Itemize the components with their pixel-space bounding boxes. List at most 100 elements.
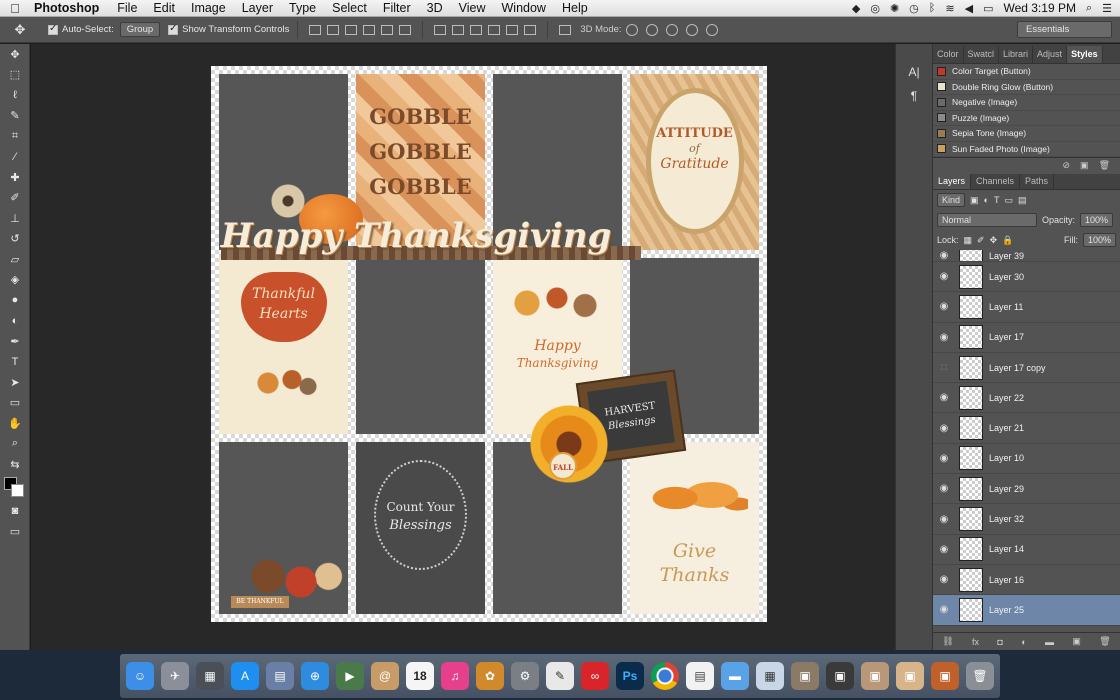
3d-roll-icon[interactable] — [645, 23, 658, 36]
image-file-icon[interactable]: ▣ — [896, 662, 924, 690]
chrome-icon[interactable] — [651, 662, 679, 690]
eraser-tool-icon[interactable]: ▱ — [0, 249, 30, 270]
workspace-switcher[interactable]: Essentials — [1017, 21, 1112, 38]
dropbox-icon[interactable]: ◆ — [852, 2, 860, 15]
safari-icon[interactable]: ⊕ — [301, 662, 329, 690]
delete-layer-icon[interactable]: 🗑 — [1099, 636, 1110, 647]
layer-row[interactable]: ◉ Layer 32 — [933, 504, 1120, 535]
layer-name[interactable]: Layer 11 — [989, 302, 1023, 312]
smart-object-filter-icon[interactable]: ▤ — [1018, 195, 1027, 206]
distribute-hcenter-icon[interactable] — [506, 24, 519, 35]
creative-cloud-icon[interactable]: ◎ — [870, 2, 880, 15]
auto-align-icon[interactable] — [559, 24, 572, 35]
shape-filter-icon[interactable]: ▭ — [1004, 195, 1013, 206]
layer-row[interactable]: ◉ Layer 17 — [933, 323, 1120, 353]
new-layer-icon[interactable]: ▣ — [1072, 636, 1081, 647]
layer-row[interactable]: ◉ Layer 10 — [933, 444, 1120, 475]
lock-position-icon[interactable]: ✥ — [990, 235, 998, 246]
calendar-icon[interactable]: 18 — [406, 662, 434, 690]
brush-tool-icon[interactable]: ✐ — [0, 188, 30, 209]
move-tool-preset-icon[interactable]: ✥ — [0, 22, 40, 38]
add-mask-icon[interactable]: ◘ — [997, 637, 1002, 647]
tab-swatches[interactable]: Swatcl — [964, 46, 1000, 63]
visibility-eye-icon[interactable]: ◉ — [933, 250, 955, 261]
menu-layer[interactable]: Layer — [234, 1, 281, 15]
tab-adjustments[interactable]: Adjust — [1033, 46, 1068, 63]
lock-pixels-icon[interactable]: ✐ — [977, 235, 985, 246]
quick-select-tool-icon[interactable]: ✎ — [0, 106, 30, 127]
menu-select[interactable]: Select — [324, 1, 375, 15]
layer-name[interactable]: Layer 29 — [989, 484, 1024, 494]
history-brush-tool-icon[interactable]: ↺ — [0, 229, 30, 250]
pixel-filter-icon[interactable]: ▣ — [970, 195, 979, 206]
dodge-tool-icon[interactable]: ◐ — [0, 311, 30, 332]
distribute-left-icon[interactable] — [488, 24, 501, 35]
kind-filter-dropdown[interactable]: Kind — [937, 193, 966, 207]
visibility-eye-icon[interactable]: ◉ — [933, 453, 955, 464]
photoshop-icon[interactable]: Ps — [616, 662, 644, 690]
menu-file[interactable]: File — [109, 1, 145, 15]
blur-tool-icon[interactable]: ● — [0, 290, 30, 311]
layer-name[interactable]: Layer 17 copy — [989, 363, 1046, 373]
layer-name[interactable]: Layer 21 — [989, 423, 1024, 433]
layer-row[interactable]: ◉ Layer 16 — [933, 565, 1120, 596]
auto-select-checkbox[interactable] — [48, 23, 58, 35]
image-file-icon[interactable]: ▣ — [826, 662, 854, 690]
healing-brush-tool-icon[interactable]: ✚ — [0, 167, 30, 188]
trash-icon[interactable]: 🗑 — [966, 662, 994, 690]
visibility-eye-icon[interactable]: ◉ — [933, 483, 955, 494]
notification-center-icon[interactable]: ☰ — [1102, 2, 1112, 15]
new-style-icon[interactable]: ▣ — [1080, 160, 1089, 171]
launchpad-icon[interactable]: ✈ — [161, 662, 189, 690]
canvas-area[interactable]: GOBBLE GOBBLE GOBBLE ATTITUDE of Gratitu… — [31, 44, 895, 650]
bluetooth-icon[interactable]: ᛒ — [929, 2, 936, 14]
paint-bucket-tool-icon[interactable]: ◈ — [0, 270, 30, 291]
clock[interactable]: Wed 3:19 PM — [1003, 1, 1075, 15]
app-store-icon[interactable]: A — [231, 662, 259, 690]
3d-scale-icon[interactable] — [705, 23, 718, 36]
menu-view[interactable]: View — [451, 1, 494, 15]
visibility-eye-icon[interactable]: ◉ — [933, 574, 955, 585]
facetime-icon[interactable]: ▶ — [336, 662, 364, 690]
blend-mode-dropdown[interactable]: Normal — [937, 213, 1037, 227]
layer-name[interactable]: Layer 30 — [989, 272, 1024, 282]
visibility-eye-icon[interactable]: ◉ — [933, 392, 955, 403]
quick-mask-icon[interactable]: ◙ — [0, 501, 30, 522]
spreadsheet-icon[interactable]: ▦ — [756, 662, 784, 690]
visibility-eye-icon[interactable]: ◉ — [933, 332, 955, 343]
document-canvas[interactable]: GOBBLE GOBBLE GOBBLE ATTITUDE of Gratitu… — [211, 66, 767, 622]
align-hcenter-icon[interactable] — [381, 24, 394, 35]
3d-pan-icon[interactable] — [665, 23, 678, 36]
menu-window[interactable]: Window — [494, 1, 554, 15]
spotlight-icon[interactable]: ⌕ — [1086, 2, 1092, 15]
document-icon[interactable]: ▤ — [686, 662, 714, 690]
pen-tool-icon[interactable]: ✒ — [0, 331, 30, 352]
image-file-icon[interactable]: ▣ — [861, 662, 889, 690]
lasso-tool-icon[interactable]: ℓ — [0, 85, 30, 106]
background-color-swatch[interactable] — [11, 483, 24, 497]
contacts-icon[interactable]: @ — [371, 662, 399, 690]
layer-row[interactable]: ◉ Layer 39 — [933, 250, 1120, 262]
eyedropper-tool-icon[interactable]: ⁄ — [0, 147, 30, 168]
layer-row[interactable]: ◉ Layer 14 — [933, 535, 1120, 565]
sync-icon[interactable]: ✺ — [890, 2, 899, 15]
menu-filter[interactable]: Filter — [375, 1, 419, 15]
fill-input[interactable]: 100% — [1082, 233, 1116, 247]
menu-image[interactable]: Image — [183, 1, 234, 15]
menu-3d[interactable]: 3D — [419, 1, 451, 15]
creative-cloud-icon[interactable]: ∞ — [581, 662, 609, 690]
screen-mode-icon[interactable]: ▭ — [0, 521, 30, 542]
style-item[interactable]: Puzzle (Image) — [933, 111, 1120, 126]
zoom-tool-icon[interactable]: ⌕ — [0, 434, 30, 455]
layer-name[interactable]: Layer 22 — [989, 393, 1024, 403]
tab-channels[interactable]: Channels — [971, 174, 1021, 189]
textedit-icon[interactable]: ✎ — [546, 662, 574, 690]
layer-name[interactable]: Layer 17 — [989, 332, 1024, 342]
type-filter-icon[interactable]: T — [994, 195, 1000, 205]
layer-row[interactable]: ◉ Layer 22 — [933, 383, 1120, 414]
layer-row[interactable]: ◉ Layer 11 — [933, 292, 1120, 323]
shape-tool-icon[interactable]: ▭ — [0, 393, 30, 414]
hand-tool-icon[interactable]: ✋ — [0, 413, 30, 434]
3d-orbit-icon[interactable] — [625, 23, 638, 36]
distribute-top-icon[interactable] — [434, 24, 447, 35]
